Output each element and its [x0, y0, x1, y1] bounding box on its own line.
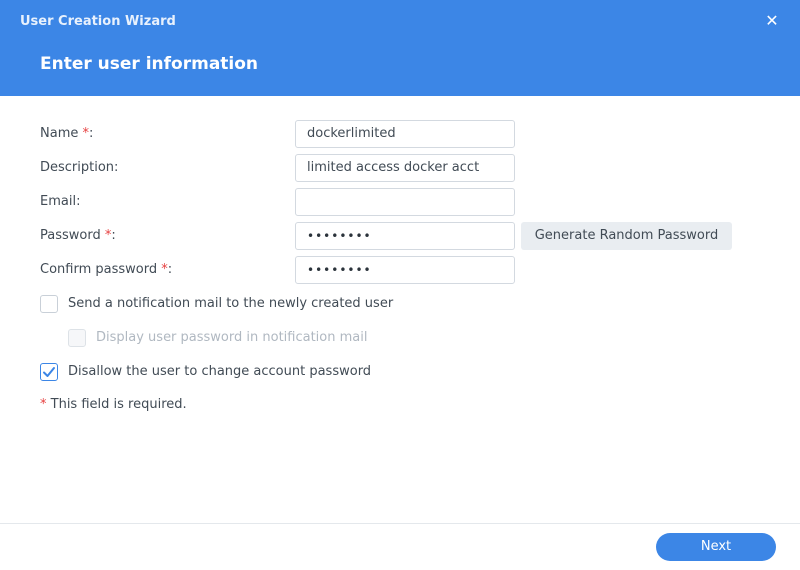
display-password-checkbox [68, 329, 86, 347]
generate-random-password-button[interactable]: Generate Random Password [521, 222, 732, 250]
label-colon: : [167, 262, 173, 277]
next-button[interactable]: Next [656, 533, 776, 561]
confirm-password-input[interactable]: •••••••• [295, 256, 515, 284]
label-colon: : [111, 228, 116, 243]
name-label-text: Name [40, 126, 83, 141]
email-input[interactable] [295, 188, 515, 216]
password-input[interactable]: •••••••• [295, 222, 515, 250]
step-title: Enter user information [40, 54, 259, 74]
disallow-password-change-checkbox[interactable] [40, 363, 58, 381]
description-input[interactable]: limited access docker acct [295, 154, 515, 182]
disallow-password-change-label: Disallow the user to change account pass… [68, 364, 372, 379]
required-field-note: * This field is required. [40, 397, 187, 413]
description-label: Description: [40, 160, 119, 175]
checkmark-icon [43, 367, 55, 377]
confirm-password-label-text: Confirm password [40, 262, 162, 277]
send-notification-label: Send a notification mail to the newly cr… [68, 296, 394, 311]
email-label: Email: [40, 194, 81, 209]
password-label-text: Password [40, 228, 105, 243]
send-notification-checkbox[interactable] [40, 295, 58, 313]
name-label: Name *: [40, 126, 93, 142]
close-icon[interactable]: ✕ [764, 12, 780, 30]
required-note-text: This field is required. [46, 397, 187, 412]
window-title: User Creation Wizard [20, 14, 176, 29]
wizard-header: User Creation Wizard ✕ Enter user inform… [0, 0, 800, 96]
name-input[interactable]: dockerlimited [295, 120, 515, 148]
display-password-label: Display user password in notification ma… [96, 330, 368, 345]
label-colon: : [89, 126, 94, 141]
footer-divider [0, 523, 800, 524]
confirm-password-label: Confirm password *: [40, 262, 172, 278]
password-label: Password *: [40, 228, 116, 244]
